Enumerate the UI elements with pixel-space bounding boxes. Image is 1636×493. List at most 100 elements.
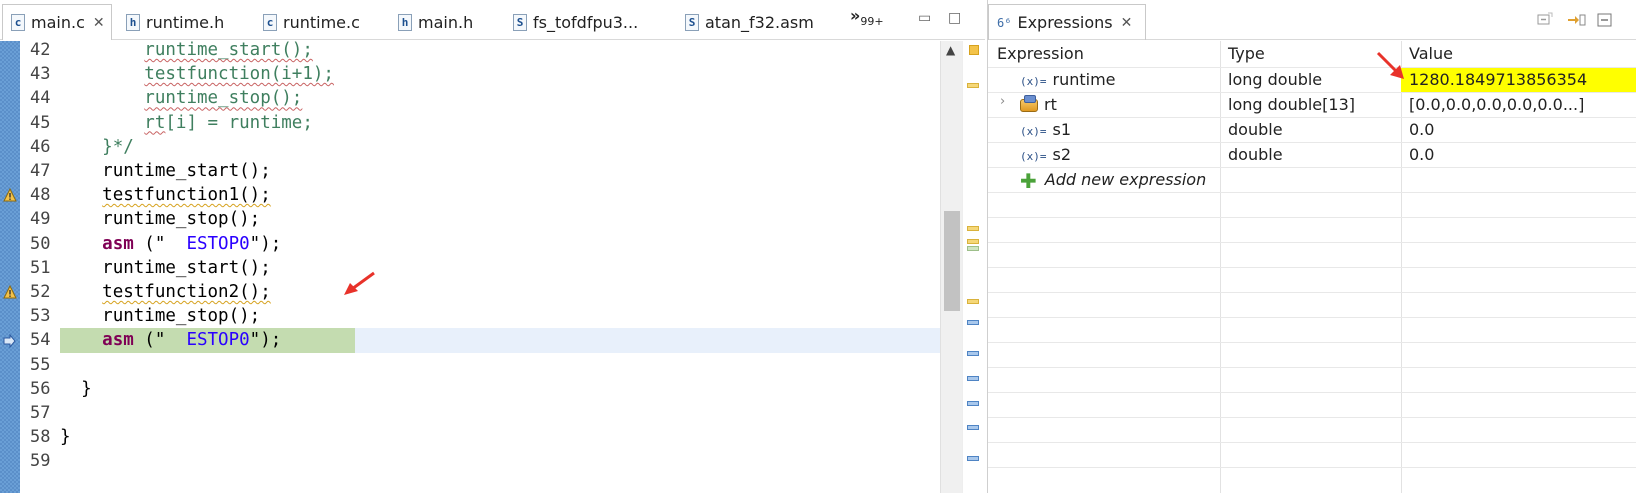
code-text-area[interactable]: 42 runtime_start(); 43 testfunction(i+1);…: [0, 38, 985, 493]
expand-chevron-icon[interactable]: ›: [1000, 94, 1005, 109]
more-tabs-count: 99+: [860, 15, 884, 29]
expressions-icon: 6⁶: [997, 15, 1012, 30]
row-divider: [988, 367, 1636, 368]
occurrence-marker[interactable]: [967, 246, 979, 251]
expression-name-s1[interactable]: (x)= s1: [1020, 117, 1071, 143]
occurrence-marker[interactable]: [967, 376, 979, 381]
code-line[interactable]: 59: [0, 449, 940, 474]
code-line[interactable]: 50 asm (" ESTOP0");: [0, 232, 940, 257]
expression-name: rt: [1044, 95, 1057, 114]
code-text: asm (" ESTOP0");: [60, 328, 281, 353]
code-token: runtime_stop();: [102, 306, 261, 327]
expression-name-runtime[interactable]: (x)= runtime: [1020, 67, 1116, 93]
line-number: 47: [30, 161, 51, 181]
code-line[interactable]: 58}: [0, 425, 940, 450]
code-line[interactable]: 42 runtime_start();: [0, 38, 940, 63]
overview-ruler[interactable]: [962, 41, 985, 493]
occurrence-marker[interactable]: [967, 401, 979, 406]
occurrence-marker[interactable]: [967, 351, 979, 356]
minimize-view-icon[interactable]: [1596, 12, 1614, 28]
code-line[interactable]: 57: [0, 401, 940, 426]
scrollbar-thumb[interactable]: [944, 211, 960, 311]
expression-name: s1: [1052, 120, 1072, 139]
code-line[interactable]: 53 runtime_stop();: [0, 304, 940, 329]
warning-marker[interactable]: [967, 299, 979, 304]
code-line[interactable]: 43 testfunction(i+1);: [0, 62, 940, 87]
tab-atan-f32-asm[interactable]: S atan_f32.asm: [677, 4, 814, 40]
column-header-type[interactable]: Type: [1228, 41, 1265, 67]
scroll-up-icon[interactable]: ▲: [946, 43, 955, 57]
expressions-view: 6⁶ Expressions ✕ Expression Type Value (…: [987, 0, 1636, 493]
code-line-current[interactable]: 54 asm (" ESTOP0");: [0, 328, 940, 354]
expression-value[interactable]: 0.0: [1409, 142, 1434, 168]
expression-value[interactable]: 0.0: [1409, 117, 1434, 143]
tab-runtime-c[interactable]: c runtime.c: [255, 4, 360, 40]
expression-value[interactable]: [0.0,0.0,0.0,0.0,0.0...]: [1409, 92, 1634, 118]
expression-value: 1280.1849713856354: [1409, 70, 1588, 89]
code-token: runtime_start();: [102, 257, 271, 278]
warning-icon[interactable]: [3, 285, 17, 299]
code-line[interactable]: 46 }*/: [0, 135, 940, 160]
code-token: testfunction1();: [102, 185, 271, 206]
close-icon[interactable]: ✕: [1121, 15, 1133, 31]
code-line[interactable]: 45 rt[i] = runtime;: [0, 111, 940, 136]
code-line[interactable]: 52 testfunction2();: [0, 280, 940, 305]
expression-type: double: [1228, 120, 1283, 139]
column-header-expression[interactable]: Expression: [997, 41, 1084, 67]
line-number: 59: [30, 451, 51, 472]
add-expression-label: Add new expression: [1044, 170, 1207, 189]
tab-fs-tofdfpu3[interactable]: S fs_tofdfpu3...: [505, 4, 638, 40]
occurrence-marker[interactable]: [967, 320, 979, 325]
row-divider: [988, 142, 1636, 143]
plus-icon: ✚: [1020, 168, 1037, 193]
code-line[interactable]: 51 runtime_start();: [0, 256, 940, 281]
tab-expressions[interactable]: 6⁶ Expressions ✕: [988, 4, 1146, 40]
warning-marker[interactable]: [967, 239, 979, 244]
warning-marker[interactable]: [967, 226, 979, 231]
expression-name-rt[interactable]: rt: [1020, 92, 1057, 118]
more-tabs-button[interactable]: »99+: [850, 6, 884, 28]
maximize-button[interactable]: □: [948, 10, 966, 26]
tab-main-c[interactable]: c main.c ✕: [2, 4, 112, 40]
code-line[interactable]: 56 }: [0, 377, 940, 402]
code-text: }*/: [60, 135, 134, 160]
h-file-icon: h: [126, 13, 140, 31]
line-number: 42: [30, 40, 51, 60]
warning-summary-icon[interactable]: [969, 45, 979, 55]
s-file-icon: S: [513, 13, 527, 31]
collapse-all-icon[interactable]: [1536, 12, 1554, 28]
code-token: runtime_start();: [102, 161, 271, 181]
warning-marker[interactable]: [967, 83, 979, 88]
code-token: }: [60, 427, 71, 448]
expression-name-s2[interactable]: (x)= s2: [1020, 142, 1071, 168]
c-file-icon: c: [11, 14, 25, 31]
tab-main-h[interactable]: h main.h: [390, 4, 473, 40]
code-line[interactable]: 49 runtime_stop();: [0, 207, 940, 232]
tab-runtime-h[interactable]: h runtime.h: [118, 4, 224, 40]
add-new-expression[interactable]: ✚ Add new expression: [1020, 167, 1206, 193]
row-divider: [988, 392, 1636, 393]
add-watch-icon[interactable]: [1566, 12, 1586, 28]
string-token: ESTOP0: [186, 233, 250, 254]
code-editor-pane: c main.c ✕ h runtime.h c runtime.c h mai…: [0, 0, 985, 493]
line-number: 45: [30, 112, 51, 133]
occurrence-marker[interactable]: [967, 425, 979, 430]
minimize-button[interactable]: ▭: [918, 10, 936, 26]
column-header-value[interactable]: Value: [1409, 41, 1453, 67]
code-text: }: [60, 425, 71, 450]
keyword-token: asm: [102, 233, 134, 254]
close-icon[interactable]: ✕: [93, 15, 105, 31]
keyword-token: asm: [102, 330, 134, 351]
chevron-double-right-icon: »: [850, 6, 861, 25]
s-file-icon: S: [685, 13, 699, 31]
occurrence-marker[interactable]: [967, 456, 979, 461]
vertical-scrollbar[interactable]: ▲: [940, 41, 962, 493]
code-line[interactable]: 44 runtime_stop();: [0, 86, 940, 111]
code-line[interactable]: 47 runtime_start();: [0, 159, 940, 184]
row-divider: [988, 467, 1636, 468]
code-line[interactable]: 55: [0, 353, 940, 378]
tab-label: Expressions: [1017, 13, 1113, 32]
warning-icon[interactable]: [3, 188, 17, 202]
expression-value-highlight[interactable]: 1280.1849713856354: [1401, 68, 1636, 92]
code-line[interactable]: 48 testfunction1();: [0, 183, 940, 208]
